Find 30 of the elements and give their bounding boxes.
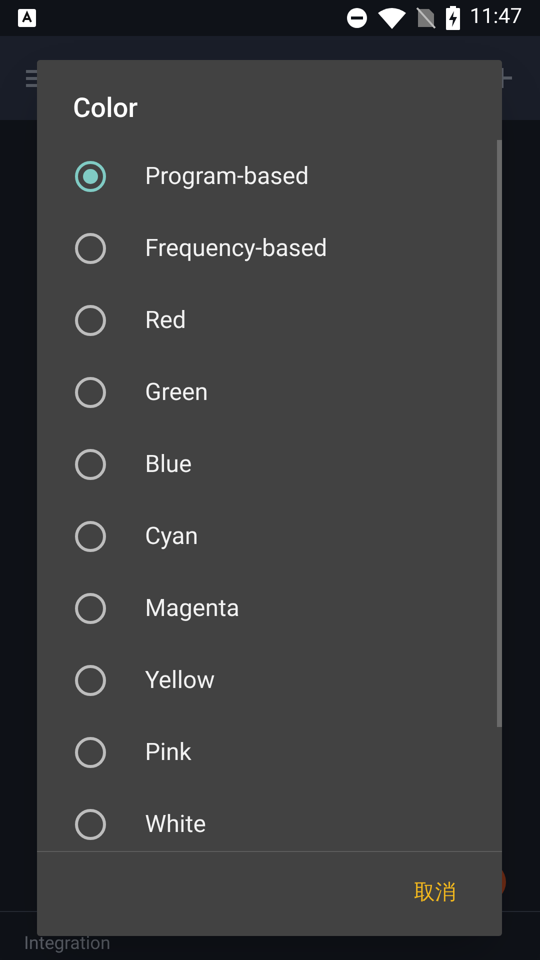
section-label: Integration [24,932,110,956]
radio-button[interactable] [75,664,106,696]
dialog-title: Color [73,92,138,124]
color-option[interactable]: Pink [37,716,502,788]
color-option[interactable]: White [37,788,502,851]
radio-button[interactable] [75,304,106,336]
radio-button[interactable] [75,376,106,408]
radio-button[interactable] [75,808,106,840]
color-option[interactable]: Green [37,356,502,428]
scrollbar[interactable] [497,140,502,727]
radio-button[interactable] [75,448,106,480]
color-option[interactable]: Program-based [37,140,502,212]
radio-button[interactable] [75,736,106,768]
color-option[interactable]: Blue [37,428,502,500]
cancel-button[interactable]: 取消 [412,872,458,916]
status-time: 11:47 [470,4,522,32]
do-not-disturb-icon [346,7,368,29]
radio-button[interactable] [75,520,106,552]
radio-button[interactable] [75,232,106,264]
wifi-icon [378,7,406,29]
app-notification-icon [18,9,36,27]
color-option[interactable]: Yellow [37,644,502,716]
radio-button[interactable] [75,160,106,192]
no-sim-icon [416,7,436,29]
radio-button[interactable] [75,592,106,624]
color-option[interactable]: Frequency-based [37,212,502,284]
battery-charging-icon [446,6,460,30]
color-option[interactable]: Cyan [37,500,502,572]
color-option[interactable]: Red [37,284,502,356]
color-option[interactable]: Magenta [37,572,502,644]
